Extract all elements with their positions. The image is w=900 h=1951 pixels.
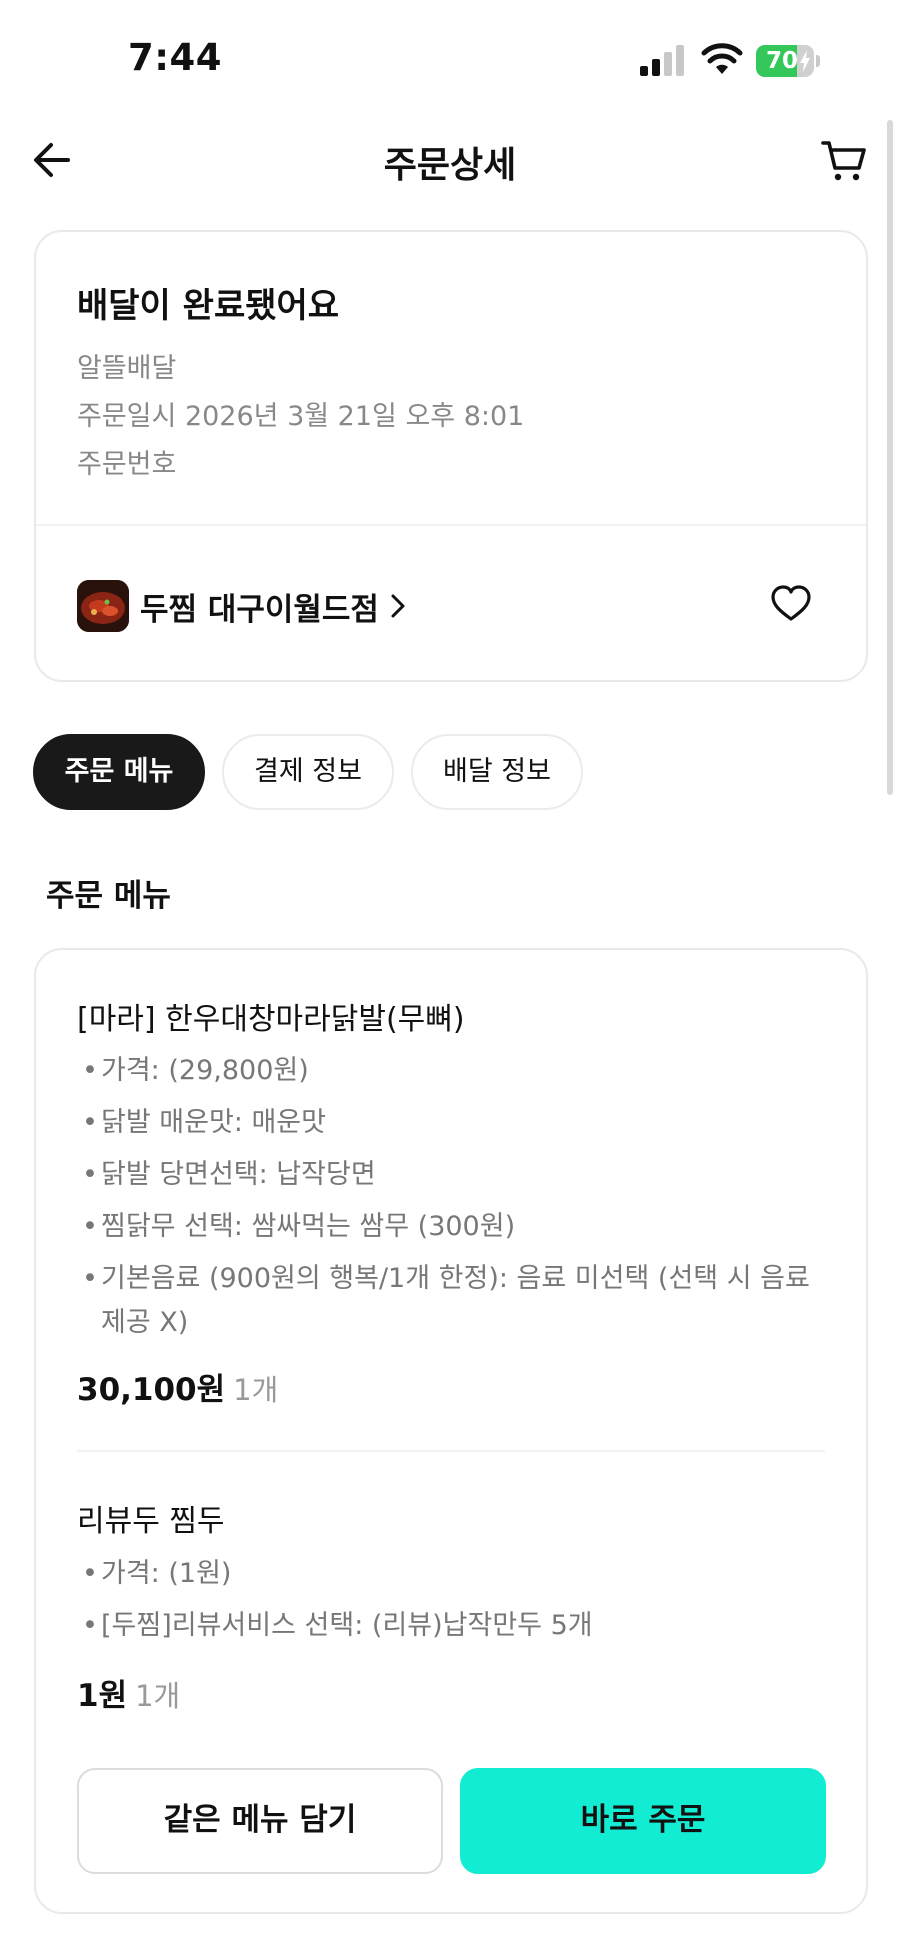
menu-item-quantity: 1개 [233, 1373, 279, 1407]
store-logo [77, 580, 129, 632]
menu-option: • [두찜]리뷰서비스 선택: (리뷰)납작만두 5개 [82, 1610, 593, 1641]
add-same-menu-button[interactable]: 같은 메뉴 담기 [77, 1768, 443, 1874]
menu-item-name: [마라] 한우대창마라닭발(무뼈) [77, 1002, 465, 1037]
charging-bolt-icon [800, 50, 810, 72]
status-time: 7:44 [128, 36, 223, 79]
menu-item-price: 30,100원 1개 [77, 1372, 279, 1408]
item-divider [77, 1450, 825, 1452]
order-number-label: 주문번호 [77, 449, 177, 480]
page-title: 주문상세 [383, 145, 517, 186]
tab-order-menu[interactable]: 주문 메뉴 [33, 734, 205, 810]
menu-option: • 가격: (1원) [82, 1558, 232, 1589]
menu-option: • 기본음료 (900원의 행복/1개 한정): 음료 미선택 (선택 시 음료 … [82, 1263, 810, 1338]
menu-option: • 가격: (29,800원) [82, 1055, 309, 1086]
chevron-right-icon[interactable] [388, 590, 408, 622]
scrollbar[interactable] [887, 120, 893, 795]
menu-item-quantity: 1개 [135, 1679, 181, 1713]
tab-delivery-info[interactable]: 배달 정보 [411, 734, 583, 810]
cart-icon[interactable] [820, 136, 868, 184]
section-title: 주문 메뉴 [46, 878, 171, 914]
order-now-button[interactable]: 바로 주문 [460, 1768, 826, 1874]
battery-percent: 70 [765, 48, 798, 74]
order-date: 주문일시 2026년 3월 21일 오후 8:01 [77, 401, 525, 432]
menu-item-price: 1원 1개 [77, 1678, 181, 1714]
delivery-status-title: 배달이 완료됐어요 [77, 286, 340, 326]
delivery-type: 알뜰배달 [77, 353, 177, 384]
menu-option: • 닭발 당면선택: 납작당면 [82, 1159, 376, 1190]
store-name-link[interactable]: 두찜 대구이월드점 [140, 584, 379, 629]
menu-item-name: 리뷰두 찜두 [77, 1504, 225, 1539]
card-divider [36, 524, 866, 526]
menu-option: • 찜닭무 선택: 쌈싸먹는 쌈무 (300원) [82, 1211, 516, 1242]
battery-icon: 70 [756, 45, 820, 77]
menu-option: • 닭발 매운맛: 매운맛 [82, 1107, 326, 1138]
heart-favorite-icon[interactable] [770, 584, 812, 624]
cellular-signal-icon [640, 45, 684, 76]
wifi-icon [701, 43, 743, 74]
tab-payment-info[interactable]: 결제 정보 [222, 734, 394, 810]
